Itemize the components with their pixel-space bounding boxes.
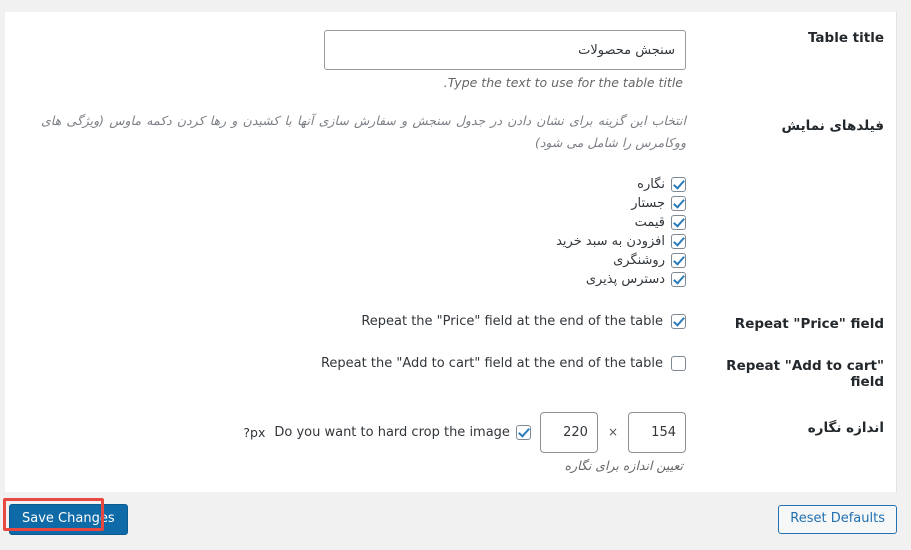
- list-item[interactable]: روشنگری: [17, 252, 686, 269]
- table-title-field-cell: .Type the text to use for the table titl…: [5, 12, 696, 100]
- checkbox-description[interactable]: [671, 252, 686, 268]
- dimension-separator: ×: [607, 425, 618, 440]
- page-top-strip: [0, 0, 911, 12]
- table-title-help: .Type the text to use for the table titl…: [443, 75, 683, 90]
- checkbox-add-to-cart[interactable]: [671, 233, 686, 249]
- image-size-controls: × Do you want to hard crop the image ?px: [17, 411, 686, 453]
- checkbox-image[interactable]: [671, 176, 686, 192]
- checkbox-label: قیمت: [634, 214, 665, 230]
- list-item[interactable]: افزودن به سبد خرید: [17, 233, 686, 250]
- list-item[interactable]: جستار: [17, 195, 686, 212]
- repeat-add-to-cart-label: Repeat "Add to cart" field: [726, 357, 884, 390]
- checkbox-label: روشنگری: [613, 252, 665, 268]
- repeat-price-control[interactable]: Repeat the "Price" field at the end of t…: [17, 313, 686, 329]
- settings-page: .Type the text to use for the table titl…: [0, 0, 911, 550]
- display-fields-description: انتخاب این گزینه برای نشان دادن در جدول …: [41, 113, 686, 150]
- repeat-price-checkbox-label: Repeat the "Price" field at the end of t…: [361, 313, 663, 329]
- image-size-field-cell: × Do you want to hard crop the image ?px…: [5, 400, 696, 483]
- setting-row-repeat-add-to-cart: Repeat the "Add to cart" field at the en…: [5, 342, 896, 400]
- repeat-cart-checkbox-label: Repeat the "Add to cart" field at the en…: [320, 355, 663, 371]
- right-gutter: [897, 0, 911, 550]
- image-width-input[interactable]: [628, 411, 686, 453]
- settings-footer: Save Changes Reset Defaults: [0, 492, 911, 550]
- list-item[interactable]: نگاره: [17, 176, 686, 193]
- checkbox-label: نگاره: [637, 176, 665, 192]
- save-changes-button[interactable]: Save Changes: [9, 504, 128, 535]
- list-item[interactable]: قیمت: [17, 214, 686, 231]
- repeat-cart-control[interactable]: Repeat the "Add to cart" field at the en…: [17, 355, 686, 371]
- hard-crop-label: Do you want to hard crop the image: [274, 424, 510, 440]
- setting-row-repeat-price: Repeat the "Price" field at the end of t…: [5, 300, 896, 342]
- checkbox-label: جستار: [631, 195, 665, 211]
- table-title-input[interactable]: [324, 30, 686, 70]
- repeat-price-checkbox[interactable]: [671, 313, 686, 329]
- hard-crop-checkbox[interactable]: [515, 424, 531, 440]
- repeat-cart-field-cell: Repeat the "Add to cart" field at the en…: [5, 342, 696, 400]
- repeat-add-to-cart-checkbox[interactable]: [671, 355, 686, 371]
- image-height-input[interactable]: [539, 411, 598, 453]
- checkbox-price[interactable]: [671, 214, 686, 230]
- hard-crop-control[interactable]: Do you want to hard crop the image: [274, 424, 531, 440]
- display-fields-label: فیلدهای نمایش: [781, 118, 884, 134]
- checkbox-title[interactable]: [671, 195, 686, 211]
- display-fields-checkbox-list: نگاره جستار قیمت افزودن به سبد خرید روشن…: [17, 176, 686, 288]
- checkbox-label: افزودن به سبد خرید: [556, 233, 665, 249]
- reset-defaults-button[interactable]: Reset Defaults: [778, 505, 897, 534]
- checkbox-availability[interactable]: [671, 271, 686, 287]
- repeat-price-field-cell: Repeat the "Price" field at the end of t…: [5, 300, 696, 342]
- image-size-help: تعیین اندازه برای نگاره: [564, 457, 683, 473]
- setting-row-image-size: × Do you want to hard crop the image ?px…: [5, 400, 896, 483]
- settings-panel: .Type the text to use for the table titl…: [5, 12, 897, 492]
- checkbox-label: دسترس پذیری: [585, 271, 665, 287]
- setting-row-table-title: .Type the text to use for the table titl…: [5, 12, 896, 100]
- list-item[interactable]: دسترس پذیری: [17, 271, 686, 288]
- setting-row-display-fields: انتخاب این گزینه برای نشان دادن در جدول …: [5, 100, 896, 300]
- repeat-price-label: Repeat "Price" field: [734, 315, 884, 332]
- display-fields-field-cell: انتخاب این گزینه برای نشان دادن در جدول …: [5, 100, 696, 300]
- px-unit-note: ?px: [243, 424, 266, 440]
- settings-form: .Type the text to use for the table titl…: [5, 12, 896, 483]
- table-title-label: Table title: [807, 30, 884, 46]
- image-size-label: اندازه نگاره: [807, 419, 884, 436]
